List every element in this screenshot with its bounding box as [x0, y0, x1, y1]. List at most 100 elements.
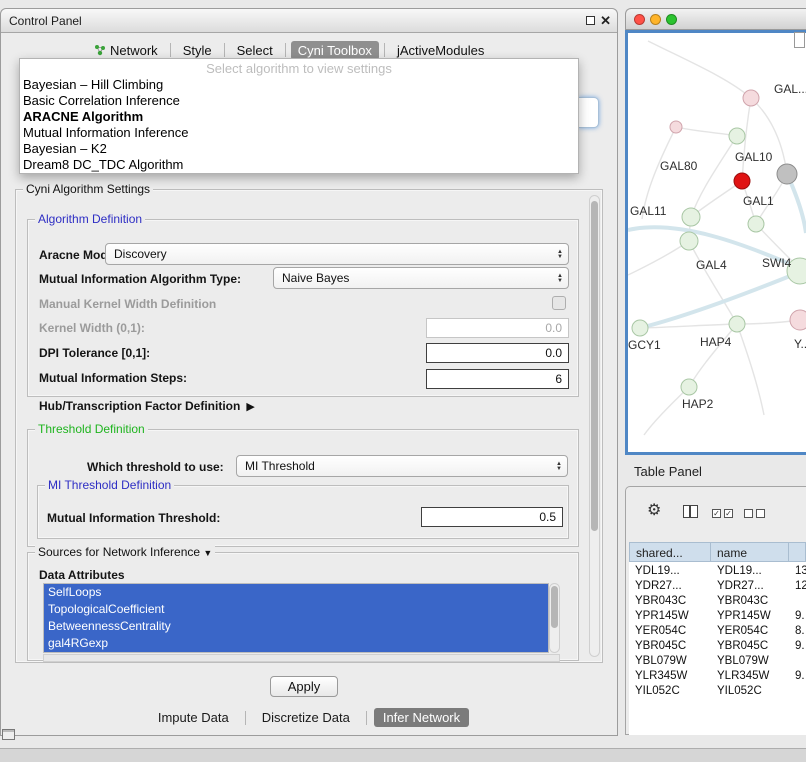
node-label: GAL10: [735, 150, 773, 164]
unchecked-box-icon: [744, 509, 753, 518]
checked-box-icon: ✓: [712, 509, 721, 518]
minimized-panel-icon[interactable]: [2, 729, 15, 740]
cell: 12: [789, 579, 806, 594]
graph-node-gal4[interactable]: [680, 232, 698, 250]
threshold-definition-title: Threshold Definition: [35, 422, 148, 436]
table-row[interactable]: YBR043C YBR043C: [629, 594, 806, 609]
kernel-width-field[interactable]: 0.0: [426, 318, 569, 338]
graph-node-gal1[interactable]: [748, 216, 764, 232]
sources-section-header[interactable]: Sources for Network Inference ▼: [35, 545, 215, 559]
unchecked-box-icon: [756, 509, 765, 518]
column-header-name[interactable]: name: [711, 542, 789, 562]
node-label: GAL1: [743, 194, 774, 208]
tab-discretize-data[interactable]: Discretize Data: [253, 708, 359, 727]
column-header-shared-name[interactable]: shared...: [629, 542, 711, 562]
graph-node-gal10[interactable]: [734, 173, 750, 189]
tab-separator: [285, 43, 286, 57]
dropdown-item[interactable]: Mutual Information Inference: [20, 125, 578, 141]
table-row[interactable]: YDR27... YDR27... 12: [629, 579, 806, 594]
attributes-scrollbar-thumb[interactable]: [551, 586, 558, 628]
mi-type-select[interactable]: Naive Bayes ▲▼: [273, 267, 569, 289]
table-row[interactable]: YLR345W YLR345W 9.: [629, 669, 806, 684]
cell: [789, 654, 806, 669]
node-label: GCY1: [628, 338, 661, 352]
tab-jactivemodules[interactable]: jActiveModules: [390, 41, 491, 60]
graph-node[interactable]: [682, 208, 700, 226]
bottom-strip: [0, 748, 806, 762]
column-browser-icon[interactable]: [683, 505, 698, 518]
table-panel-window: ⚙ ✓ ✓ shared... name YDL19... YDL19... 1…: [625, 486, 806, 735]
mi-threshold-field[interactable]: 0.5: [421, 507, 563, 527]
tab-network[interactable]: Network: [87, 41, 165, 60]
cell: 8.: [789, 624, 806, 639]
tab-separator: [224, 43, 225, 57]
graph-node-gcy1[interactable]: [632, 320, 648, 336]
node-label: HAP4: [700, 335, 732, 349]
zoom-traffic-light[interactable]: [666, 14, 677, 25]
dropdown-item[interactable]: Bayesian – Hill Climbing: [20, 77, 578, 93]
table-header-row: shared... name: [629, 542, 806, 562]
tab-style[interactable]: Style: [176, 41, 219, 60]
manual-kernel-width-checkbox[interactable]: [552, 296, 566, 310]
dropdown-item-selected[interactable]: ARACNE Algorithm: [20, 109, 578, 125]
table-row[interactable]: YBR045C YBR045C 9.: [629, 639, 806, 654]
table-row[interactable]: YPR145W YPR145W 9.: [629, 609, 806, 624]
tab-impute-data[interactable]: Impute Data: [149, 708, 238, 727]
deselect-columns-icon[interactable]: [744, 509, 765, 518]
node-label: SWI4: [762, 256, 792, 270]
tab-select[interactable]: Select: [230, 41, 280, 60]
gear-icon[interactable]: ⚙: [647, 503, 661, 519]
combo-arrows-icon: ▲▼: [557, 274, 563, 283]
cell: YBR043C: [711, 594, 789, 609]
minimize-traffic-light[interactable]: [650, 14, 661, 25]
mi-type-label: Mutual Information Algorithm Type:: [39, 272, 241, 286]
float-window-icon[interactable]: [586, 16, 595, 25]
graph-node[interactable]: [790, 310, 806, 330]
settings-scrollbar-thumb[interactable]: [591, 201, 598, 531]
which-threshold-select[interactable]: MI Threshold ▲▼: [236, 455, 568, 477]
column-header-cut[interactable]: [789, 542, 806, 562]
tab-infer-network[interactable]: Infer Network: [374, 708, 469, 727]
graph-node-hap2[interactable]: [681, 379, 697, 395]
node-label: GAL...: [774, 82, 806, 96]
apply-button[interactable]: Apply: [270, 676, 338, 697]
which-threshold-value: MI Threshold: [245, 459, 556, 473]
tab-cyni-toolbox[interactable]: Cyni Toolbox: [291, 41, 379, 60]
settings-scrollbar[interactable]: [589, 195, 600, 657]
aracne-mode-select[interactable]: Discovery ▲▼: [105, 243, 569, 265]
table-row[interactable]: YBL079W YBL079W: [629, 654, 806, 669]
network-canvas: GAL... GAL80 GAL10 GAL11 GAL1 SWI4 GAL4 …: [625, 30, 806, 455]
table-row[interactable]: YIL052C YIL052C: [629, 684, 806, 699]
mi-steps-field[interactable]: 6: [426, 369, 569, 389]
graph-node-hap4[interactable]: [729, 316, 745, 332]
network-window-titlebar: [625, 8, 806, 30]
table-row[interactable]: YDL19... YDL19... 13: [629, 564, 806, 579]
graph-node[interactable]: [729, 128, 745, 144]
combo-arrows-icon: ▲▼: [556, 462, 562, 471]
list-item[interactable]: TopologicalCoefficient: [44, 601, 548, 618]
attributes-hscrollbar[interactable]: [43, 654, 560, 662]
close-traffic-light[interactable]: [634, 14, 645, 25]
hub-section-header[interactable]: Hub/Transcription Factor Definition ▶: [39, 399, 255, 413]
dropdown-item[interactable]: Bayesian – K2: [20, 141, 578, 157]
graph-node[interactable]: [743, 90, 759, 106]
list-item[interactable]: SelfLoops: [44, 584, 548, 601]
cell: YDR27...: [711, 579, 789, 594]
node-label: GAL11: [630, 204, 667, 218]
table-panel-title: Table Panel: [634, 464, 702, 479]
dropdown-item[interactable]: Dream8 DC_TDC Algorithm: [20, 157, 578, 173]
list-item[interactable]: gal4RGexp: [44, 635, 548, 652]
close-icon[interactable]: ✕: [600, 12, 611, 30]
cell: 9.: [789, 609, 806, 624]
sources-section-label: Sources for Network Inference: [38, 545, 200, 559]
table-row[interactable]: YER054C YER054C 8.: [629, 624, 806, 639]
list-item[interactable]: BetweennessCentrality: [44, 618, 548, 635]
graph-node[interactable]: [777, 164, 797, 184]
select-columns-icon[interactable]: ✓ ✓: [712, 509, 733, 518]
dpi-tolerance-field[interactable]: 0.0: [426, 343, 569, 363]
window-title: Control Panel: [9, 9, 82, 33]
attributes-scrollbar[interactable]: [549, 583, 560, 653]
node-label: GAL4: [696, 258, 727, 272]
graph-node[interactable]: [670, 121, 682, 133]
dropdown-item[interactable]: Basic Correlation Inference: [20, 93, 578, 109]
